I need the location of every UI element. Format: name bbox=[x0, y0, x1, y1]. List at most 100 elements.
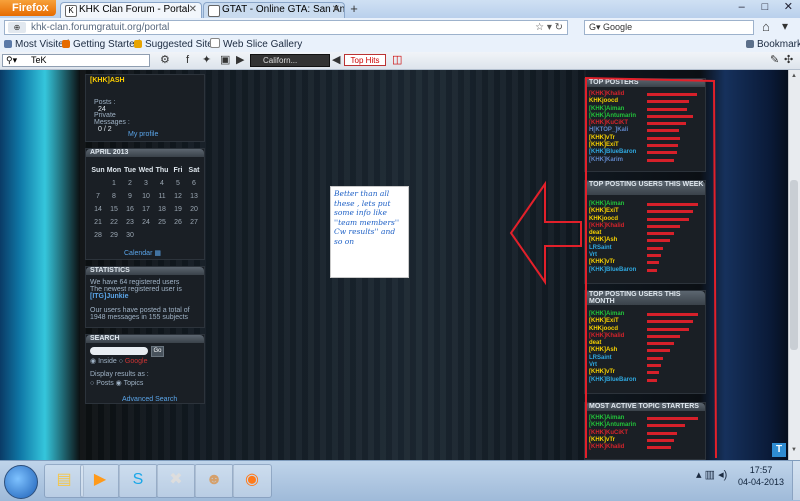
calendar-day[interactable]: 22 bbox=[106, 219, 122, 226]
new-tab-button[interactable]: + bbox=[347, 2, 361, 16]
start-button[interactable] bbox=[4, 465, 38, 499]
taskbar-app-firefox[interactable]: ◉ bbox=[232, 464, 272, 498]
calendar-day[interactable]: 23 bbox=[122, 219, 138, 226]
minimize-icon[interactable]: – bbox=[730, 0, 753, 16]
taskbar-app-skype[interactable]: S bbox=[118, 464, 158, 498]
volume-tray-icon[interactable]: ◂) bbox=[718, 469, 727, 481]
volume-icon[interactable]: ◀ bbox=[332, 53, 340, 67]
calendar-day[interactable]: 7 bbox=[90, 193, 106, 200]
menu-icon[interactable]: ▾ bbox=[782, 19, 788, 33]
calendar-day[interactable]: 24 bbox=[138, 219, 154, 226]
maximize-icon[interactable]: □ bbox=[753, 0, 776, 16]
forum-toolbar-icon[interactable]: T bbox=[772, 443, 786, 457]
settings-gear-icon[interactable]: ⚙ bbox=[160, 53, 170, 67]
addon-icon[interactable]: ◫ bbox=[392, 53, 402, 67]
close-window-icon[interactable]: ✕ bbox=[777, 0, 800, 16]
calendar-day[interactable]: 16 bbox=[122, 206, 138, 213]
taskbar-app-game-launcher[interactable]: ✖ bbox=[156, 464, 196, 498]
calendar-day[interactable]: 1 bbox=[106, 180, 122, 187]
radio-inside[interactable]: ◉ bbox=[90, 358, 96, 365]
toolbar-search-input[interactable]: ⚲▾ TeK bbox=[2, 54, 150, 67]
close-icon[interactable]: ✕ bbox=[332, 3, 340, 17]
calendar-day[interactable]: 8 bbox=[106, 193, 122, 200]
calendar-day[interactable]: 6 bbox=[186, 180, 202, 187]
calendar-day[interactable]: 20 bbox=[186, 206, 202, 213]
bookmark-most-visited[interactable]: Most Visited bbox=[4, 38, 69, 52]
address-bar[interactable]: ⊕ khk-clan.forumgratuit.org/portal ☆ ▾ ↻ bbox=[4, 20, 568, 35]
calendar-link[interactable]: Calendar ▦ bbox=[124, 249, 161, 257]
radio-posts[interactable]: ○ bbox=[90, 380, 94, 387]
scroll-up-icon[interactable]: ▲ bbox=[790, 72, 798, 80]
calendar-day[interactable]: 27 bbox=[186, 219, 202, 226]
taskbar-app-folder[interactable]: ▤ bbox=[44, 464, 84, 498]
search-engine-icon[interactable]: G▾ bbox=[589, 22, 601, 32]
calendar-day[interactable]: 29 bbox=[106, 232, 122, 239]
tab-khk-portal[interactable]: K KHK Clan Forum - Portal ✕ bbox=[60, 2, 202, 18]
bookmark-getting-started[interactable]: Getting Started bbox=[62, 38, 140, 52]
advanced-search-link[interactable]: Advanced Search bbox=[122, 396, 177, 403]
calendar-day[interactable]: 3 bbox=[138, 180, 154, 187]
calendar-day[interactable]: 25 bbox=[154, 219, 170, 226]
calendar-icon: ▦ bbox=[154, 250, 161, 257]
show-desktop-button[interactable] bbox=[792, 461, 800, 500]
stats-total-messages: 1948 messages in 155 subjects bbox=[90, 314, 189, 321]
calendar-day[interactable]: 13 bbox=[186, 193, 202, 200]
calendar-day[interactable]: 30 bbox=[122, 232, 138, 239]
calendar-day[interactable]: 28 bbox=[90, 232, 106, 239]
my-profile-link[interactable]: My profile bbox=[128, 131, 158, 138]
private-messages-value[interactable]: 0 / 2 bbox=[98, 126, 112, 133]
window-controls: – □ ✕ bbox=[730, 0, 800, 16]
twitter-icon[interactable]: ✦ bbox=[202, 53, 211, 67]
reload-icon[interactable]: ☆ ▾ ↻ bbox=[535, 21, 563, 34]
search-input[interactable] bbox=[90, 347, 148, 355]
profile-username[interactable]: [KHK]ASH bbox=[90, 77, 125, 84]
statistics-panel: STATISTICS We have 64 registered users T… bbox=[85, 266, 205, 328]
search-scope: ◉ Inside ○ Google bbox=[90, 358, 148, 365]
search-engine-box[interactable]: G▾ Google bbox=[584, 20, 754, 35]
scrollbar-thumb[interactable] bbox=[790, 180, 798, 350]
site-identity-icon[interactable]: ⊕ bbox=[8, 22, 26, 33]
bookmark-web-slice-gallery[interactable]: Web Slice Gallery bbox=[210, 38, 302, 52]
bookmark-suggested-sites[interactable]: Suggested Sites bbox=[134, 38, 218, 52]
firefox-menu-button[interactable]: Firefox bbox=[0, 0, 56, 16]
go-button[interactable]: Go bbox=[151, 346, 164, 357]
top-hits-button[interactable]: Top Hits bbox=[344, 54, 386, 66]
radio-topics[interactable]: ◉ bbox=[116, 380, 122, 387]
calendar-day[interactable]: 9 bbox=[122, 193, 138, 200]
bookmarks-menu[interactable]: Bookmarks bbox=[746, 38, 800, 52]
play-icon[interactable]: ▶ bbox=[236, 53, 244, 67]
tools-icon[interactable]: ✎ bbox=[770, 53, 779, 67]
calendar-day[interactable]: 17 bbox=[138, 206, 154, 213]
radio-station-select[interactable]: Californ... bbox=[250, 54, 330, 67]
calendar-day[interactable]: 10 bbox=[138, 193, 154, 200]
calendar-day[interactable]: 11 bbox=[154, 193, 170, 200]
facebook-icon[interactable]: f bbox=[186, 53, 189, 67]
calendar-day[interactable]: 21 bbox=[90, 219, 106, 226]
calendar-day[interactable]: 15 bbox=[106, 206, 122, 213]
calendar-day[interactable]: 14 bbox=[90, 206, 106, 213]
scroll-down-icon[interactable]: ▼ bbox=[790, 446, 798, 454]
stats-newest-user[interactable]: [ITG]Junkie bbox=[90, 293, 129, 300]
tab-gtat[interactable]: GTAT - Online GTA: San Andr... ✕ bbox=[203, 2, 345, 18]
search-title: SEARCH bbox=[86, 335, 204, 343]
calendar-day[interactable]: 5 bbox=[170, 180, 186, 187]
youtube-icon[interactable]: ▣ bbox=[220, 53, 230, 67]
calendar-day[interactable]: 18 bbox=[154, 206, 170, 213]
calendar-day[interactable]: 12 bbox=[170, 193, 186, 200]
home-icon[interactable]: ⌂ bbox=[762, 19, 770, 34]
taskbar-clock[interactable]: 17:57 04-04-2013 bbox=[736, 464, 786, 488]
tray-expand-icon[interactable]: ▴ bbox=[696, 469, 702, 481]
calendar-day[interactable]: 2 bbox=[122, 180, 138, 187]
network-icon[interactable]: ▥ bbox=[705, 469, 715, 481]
calendar-day[interactable]: 4 bbox=[154, 180, 170, 187]
tab-label: KHK Clan Forum - Portal bbox=[79, 4, 190, 15]
taskbar-app-avatar[interactable]: ☻ bbox=[194, 464, 234, 498]
calendar-day[interactable]: 19 bbox=[170, 206, 186, 213]
calendar-day[interactable]: 26 bbox=[170, 219, 186, 226]
addon-menu-icon[interactable]: ✣ bbox=[784, 53, 793, 67]
tab-label: GTAT - Online GTA: San Andr... bbox=[222, 4, 345, 15]
radio-google[interactable]: ○ bbox=[119, 358, 123, 365]
taskbar-app-media-player[interactable]: ▶ bbox=[80, 464, 120, 498]
calendar-weekday: Mon bbox=[106, 167, 122, 174]
close-icon[interactable]: ✕ bbox=[189, 3, 197, 17]
